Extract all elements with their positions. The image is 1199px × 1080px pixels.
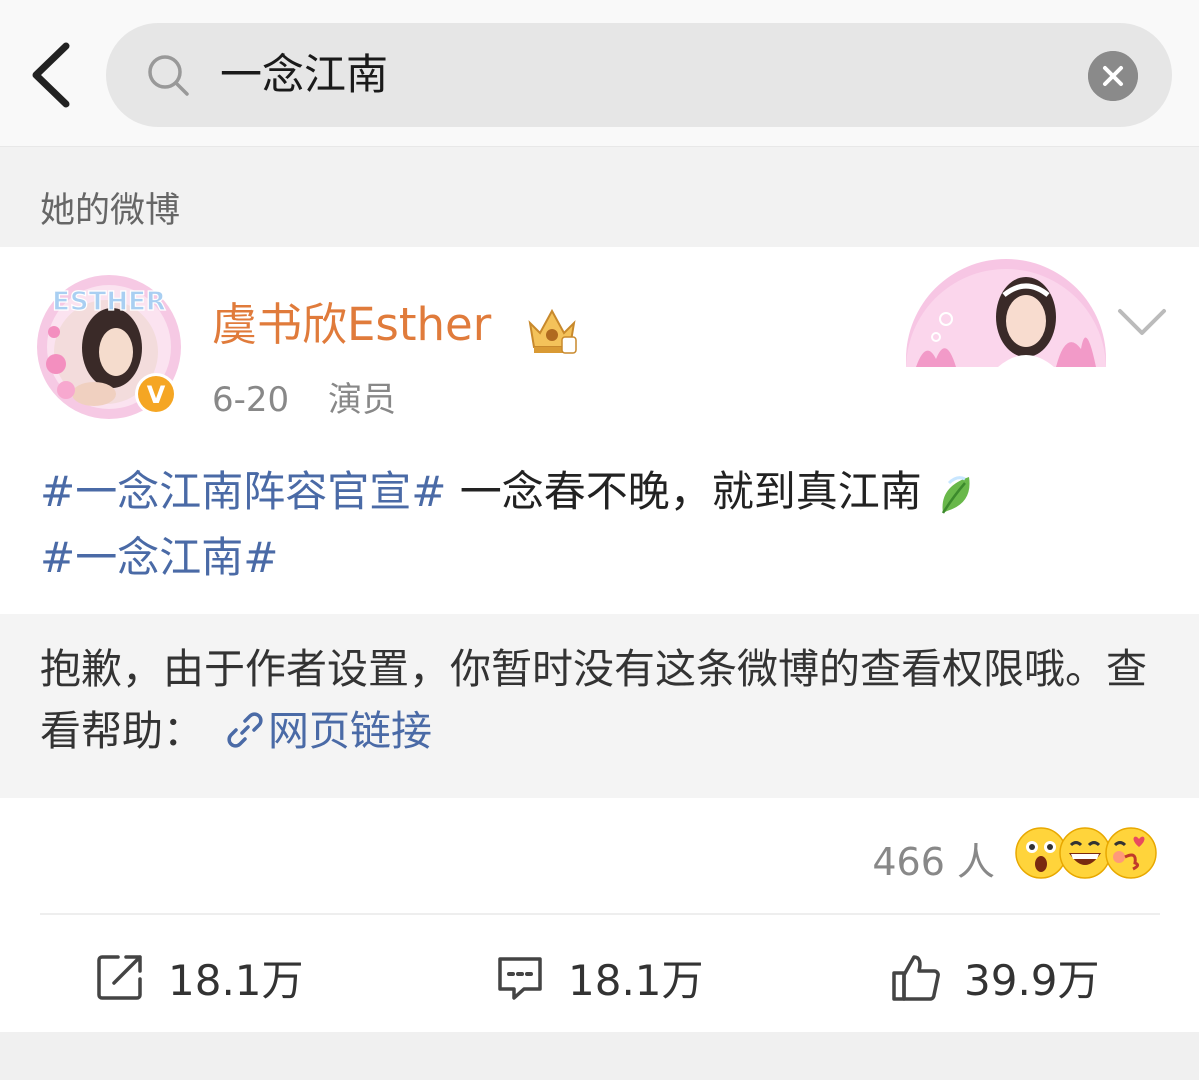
- notice-text: 抱歉，由于作者设置，你暂时没有这条微博的查看权限哦。查看帮助：: [40, 645, 1147, 755]
- comment-count: 18.1万: [568, 955, 704, 1005]
- clear-search-icon[interactable]: [1088, 51, 1138, 101]
- verified-badge: V: [147, 381, 166, 409]
- repost-icon: [97, 955, 142, 1000]
- hashtag-link[interactable]: #一念江南阵容官宣#: [40, 467, 446, 516]
- leaf-emoji-icon: [942, 475, 970, 514]
- crown-badge-icon[interactable]: [522, 303, 582, 355]
- avatar-frame-text: ESTHER: [52, 287, 166, 317]
- link-icon: [227, 712, 263, 748]
- search-input[interactable]: 一念江南: [220, 43, 388, 107]
- post-date: 6-20: [212, 380, 290, 420]
- reaction-count: 466 人: [872, 840, 995, 884]
- section-title: 她的微博: [40, 191, 181, 231]
- comment-button[interactable]: 18.1万: [494, 947, 704, 1007]
- profile-cover-image[interactable]: [906, 259, 1106, 367]
- post-text: 一念春不晚，就到真江南: [446, 467, 922, 516]
- post-content: #一念江南阵容官宣# 一念春不晚，就到真江南 #一念江南#: [40, 459, 1160, 591]
- like-count: 39.9万: [964, 955, 1100, 1005]
- web-link[interactable]: 网页链接: [268, 707, 432, 755]
- repost-button[interactable]: 18.1万: [94, 947, 304, 1007]
- bottom-spacer: [0, 1032, 1199, 1080]
- laughing-emoji-icon: [1059, 827, 1111, 879]
- repost-count: 18.1万: [168, 955, 304, 1005]
- post-card[interactable]: ESTHER V 虞书欣Esther 6-20 演员 #一念江南阵容官宣# 一念…: [0, 247, 1199, 1032]
- reactions-summary[interactable]: 466 人: [837, 823, 1157, 884]
- search-bar[interactable]: 一念江南: [106, 23, 1172, 127]
- post-meta: 6-20 演员: [212, 372, 424, 421]
- divider: [40, 913, 1160, 915]
- thumbs-up-icon: [892, 955, 940, 1001]
- permission-notice: 抱歉，由于作者设置，你暂时没有这条微博的查看权限哦。查看帮助： 网页链接: [0, 614, 1199, 798]
- comment-icon: [498, 957, 542, 1000]
- chevron-down-icon[interactable]: [1116, 305, 1168, 341]
- back-arrow-icon[interactable]: [22, 40, 82, 110]
- kissing-emoji-icon: [1105, 827, 1157, 879]
- hashtag-link[interactable]: #一念江南#: [40, 533, 278, 582]
- avatar[interactable]: ESTHER V: [34, 272, 184, 422]
- top-bar: 一念江南: [0, 0, 1199, 147]
- author-role: 演员: [327, 380, 396, 420]
- search-icon: [148, 55, 189, 96]
- like-button[interactable]: 39.9万: [890, 947, 1100, 1007]
- author-name[interactable]: 虞书欣Esther: [212, 295, 491, 355]
